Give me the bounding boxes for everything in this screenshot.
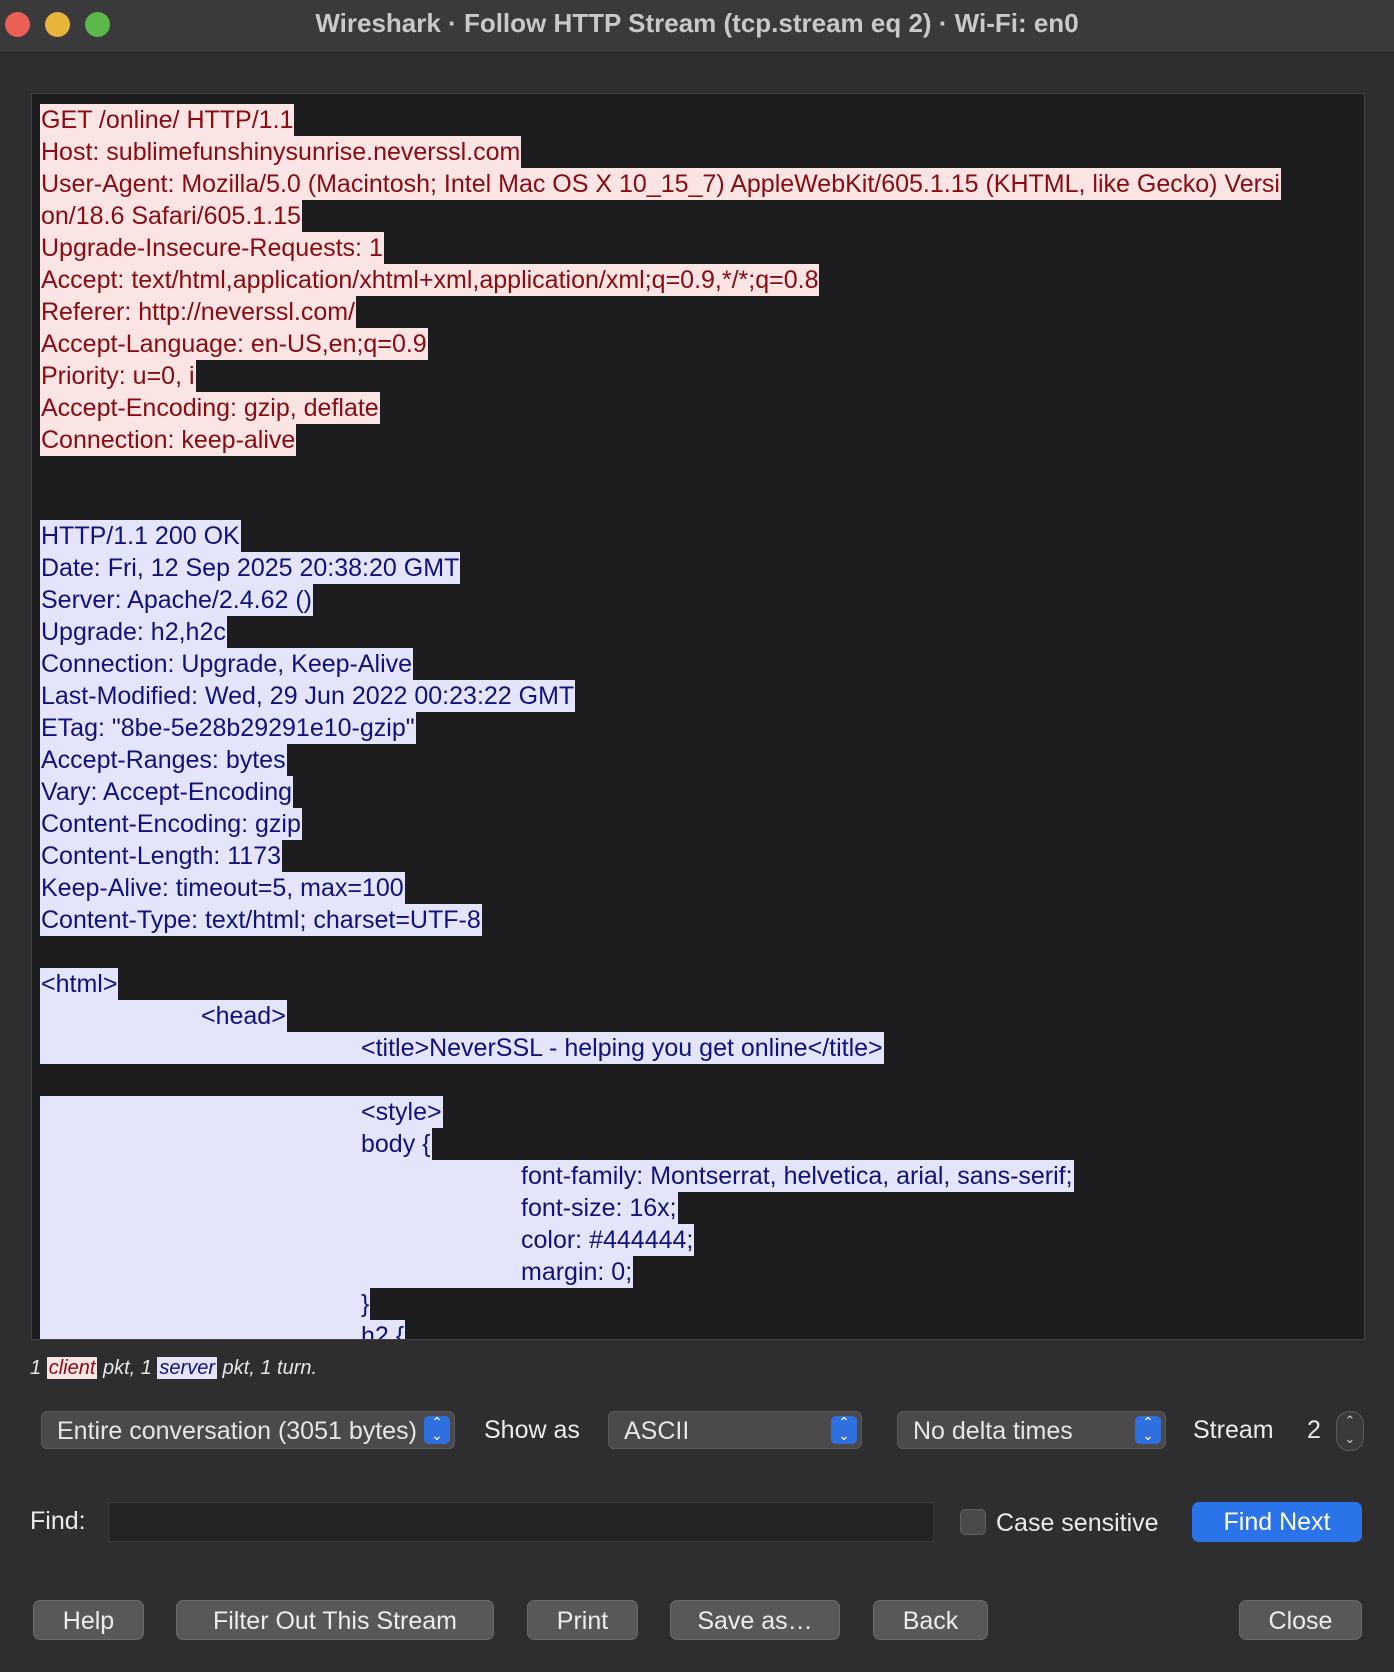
stream-line-blank (40, 936, 1364, 968)
find-input[interactable] (108, 1502, 934, 1542)
close-button[interactable]: Close (1239, 1600, 1362, 1640)
packet-summary: 1 client pkt, 1 server pkt, 1 turn. (30, 1357, 318, 1379)
stream-line: Date: Fri, 12 Sep 2025 20:38:20 GMT (40, 552, 461, 584)
stream-line: Accept-Ranges: bytes (40, 744, 287, 776)
select-arrows-icon: ⌃ ⌄ (424, 1415, 450, 1444)
stream-line: Content-Length: 1173 (40, 840, 283, 872)
case-sensitive-checkbox[interactable] (960, 1509, 986, 1535)
stream-line: body { (40, 1128, 1364, 1160)
stream-line: font-family: Montserrat, helvetica, aria… (40, 1160, 1364, 1192)
stream-line: Upgrade-Insecure-Requests: 1 (40, 232, 384, 264)
stream-line: Host: sublimefunshinysunrise.neverssl.co… (40, 136, 522, 168)
stream-line: <title>NeverSSL - helping you get online… (40, 1032, 1364, 1064)
show-as-select[interactable]: ASCII ⌃ ⌄ (608, 1411, 862, 1449)
select-arrows-icon: ⌃ ⌄ (1135, 1415, 1161, 1444)
stream-stepper[interactable]: ⌃ ⌄ (1336, 1411, 1364, 1451)
stream-line: on/18.6 Safari/605.1.15 (40, 200, 302, 232)
filter-out-stream-button[interactable]: Filter Out This Stream (176, 1600, 494, 1640)
delta-times-select[interactable]: No delta times ⌃ ⌄ (897, 1411, 1166, 1449)
stream-line: color: #444444; (40, 1224, 1364, 1256)
stream-line: Server: Apache/2.4.62 () (40, 584, 313, 616)
stream-line: <html> (40, 968, 119, 1000)
print-button[interactable]: Print (527, 1600, 638, 1640)
stream-line: font-size: 16x; (40, 1192, 1364, 1224)
stream-line: Content-Type: text/html; charset=UTF-8 (40, 904, 482, 936)
stream-line: User-Agent: Mozilla/5.0 (Macintosh; Inte… (40, 168, 1281, 200)
stream-line: Connection: keep-alive (40, 424, 297, 456)
stream-line-blank (40, 488, 1364, 520)
stream-line: Priority: u=0, i (40, 360, 196, 392)
case-sensitive-label: Case sensitive (996, 1509, 1159, 1537)
stream-line: HTTP/1.1 200 OK (40, 520, 241, 552)
stream-line: <head> (40, 1000, 1364, 1032)
stream-line: Referer: http://neverssl.com/ (40, 296, 357, 328)
client-tag: client (46, 1357, 98, 1379)
find-next-button[interactable]: Find Next (1192, 1502, 1362, 1542)
stream-line-blank (40, 456, 1364, 488)
stream-content-view[interactable]: GET /online/ HTTP/1.1 Host: sublimefunsh… (31, 93, 1365, 1340)
stream-line: Last-Modified: Wed, 29 Jun 2022 00:23:22… (40, 680, 576, 712)
stream-line: Content-Encoding: gzip (40, 808, 302, 840)
stream-line: Upgrade: h2,h2c (40, 616, 227, 648)
back-button[interactable]: Back (873, 1600, 988, 1640)
save-as-button[interactable]: Save as… (670, 1600, 840, 1640)
stream-line: ETag: "8be-5e28b29291e10-gzip" (40, 712, 416, 744)
show-as-label: Show as (484, 1416, 580, 1444)
conversation-select[interactable]: Entire conversation (3051 bytes) ⌃ ⌄ (41, 1411, 455, 1449)
stream-line: Accept-Language: en-US,en;q=0.9 (40, 328, 428, 360)
window-title: Wireshark · Follow HTTP Stream (tcp.stre… (315, 8, 1079, 38)
stream-line: GET /online/ HTTP/1.1 (40, 104, 295, 136)
server-tag: server (157, 1357, 217, 1379)
stream-line: Accept-Encoding: gzip, deflate (40, 392, 380, 424)
title-bar: Wireshark · Follow HTTP Stream (tcp.stre… (0, 0, 1394, 53)
stream-line-blank (40, 1064, 1364, 1096)
stream-line: Accept: text/html,application/xhtml+xml,… (40, 264, 820, 296)
stream-line: Vary: Accept-Encoding (40, 776, 294, 808)
follow-stream-window: Wireshark · Follow HTTP Stream (tcp.stre… (0, 0, 1394, 1672)
stream-label: Stream (1193, 1416, 1274, 1444)
stream-line: Keep-Alive: timeout=5, max=100 (40, 872, 405, 904)
stream-line: <style> (40, 1096, 1364, 1128)
help-button[interactable]: Help (33, 1600, 144, 1640)
stream-line: Connection: Upgrade, Keep-Alive (40, 648, 414, 680)
stream-line: h2 { (40, 1320, 1364, 1339)
chevron-down-icon[interactable]: ⌄ (1337, 1430, 1363, 1448)
chevron-up-icon[interactable]: ⌃ (1337, 1412, 1363, 1430)
select-arrows-icon: ⌃ ⌄ (831, 1415, 857, 1444)
stream-number-field[interactable]: 2 (1296, 1411, 1332, 1449)
stream-line: } (40, 1288, 1364, 1320)
find-label: Find: (30, 1507, 86, 1535)
stream-line: margin: 0; (40, 1256, 1364, 1288)
